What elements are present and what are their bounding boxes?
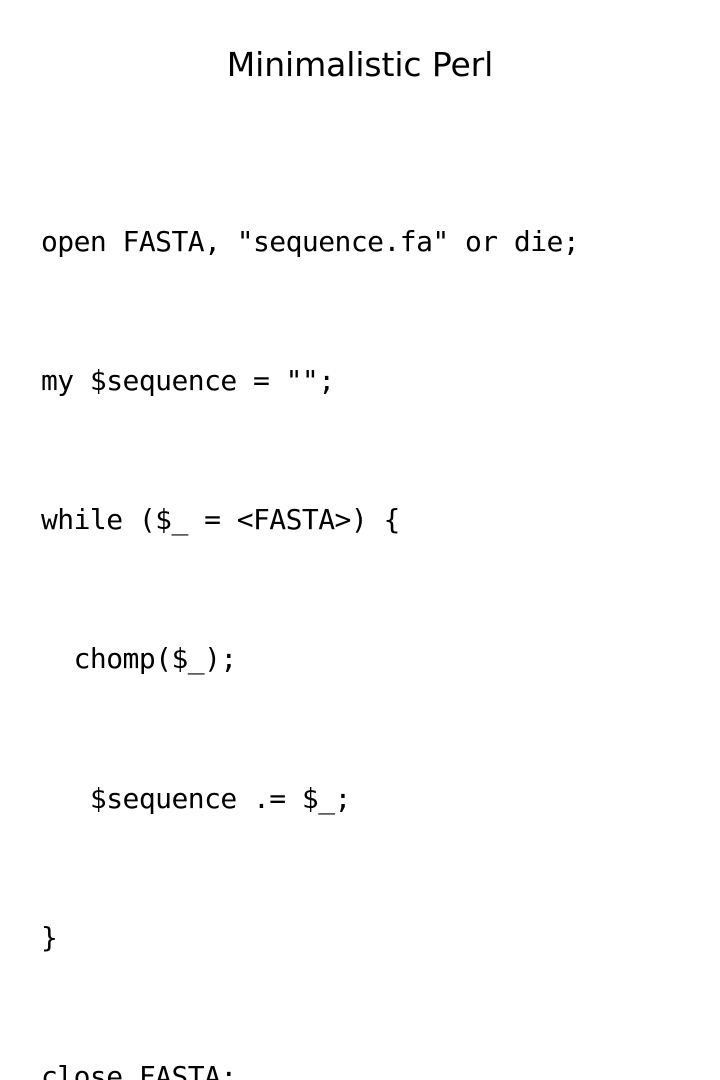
code-block: open FASTA, "sequence.fa" or die; my $se… [41,126,701,1080]
slide: Minimalistic Perl open FASTA, "sequence.… [0,0,720,1080]
code-line: } [41,920,58,954]
code-line: chomp($_); [41,642,238,676]
code-line: while ($_ = <FASTA>) { [41,503,400,537]
code-line: close FASTA; [41,1060,237,1080]
code-line: $sequence .= $_; [41,781,351,815]
code-line: my $sequence = ""; [41,364,335,398]
page-title: Minimalistic Perl [226,45,494,84]
code-line: open FASTA, "sequence.fa" or die; [41,224,580,258]
